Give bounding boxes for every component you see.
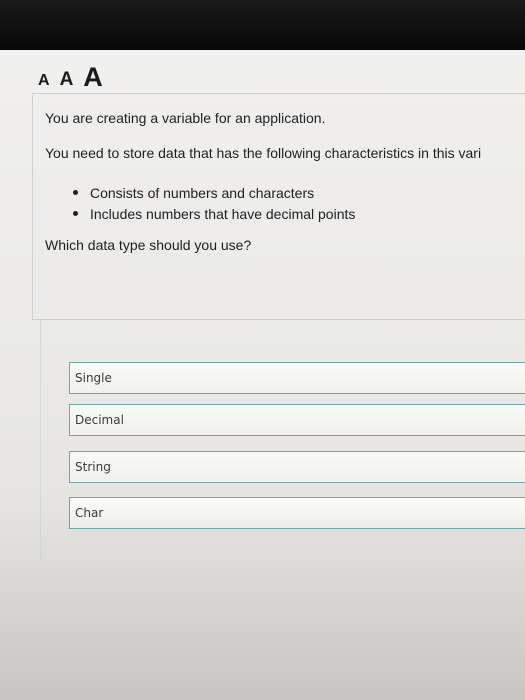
monitor-bezel [0, 0, 525, 52]
answer-options: Single Decimal String Char [40, 320, 525, 560]
font-size-large-button[interactable]: A [83, 64, 103, 93]
list-item: Consists of numbers and characters [73, 182, 355, 203]
question-intro: You are creating a variable for an appli… [45, 110, 326, 126]
list-item-label: Includes numbers that have decimal point… [90, 205, 356, 222]
bullet-icon [73, 190, 78, 195]
answer-option-char[interactable]: Char [69, 497, 525, 529]
bullet-icon [73, 211, 78, 216]
list-item: Includes numbers that have decimal point… [73, 203, 355, 224]
question-panel: You are creating a variable for an appli… [32, 95, 525, 320]
answer-option-decimal[interactable]: Decimal [69, 404, 525, 436]
font-size-small-button[interactable]: A [38, 73, 50, 93]
question-prompt: Which data type should you use? [45, 237, 252, 253]
answer-option-string[interactable]: String [69, 451, 525, 483]
font-size-medium-button[interactable]: A [60, 70, 74, 93]
question-requirements: You need to store data that has the foll… [45, 145, 482, 161]
list-item-label: Consists of numbers and characters [90, 184, 315, 201]
requirements-list: Consists of numbers and characters Inclu… [73, 182, 355, 224]
answer-option-single[interactable]: Single [69, 362, 525, 394]
font-size-toolbar: A A A [32, 58, 525, 94]
